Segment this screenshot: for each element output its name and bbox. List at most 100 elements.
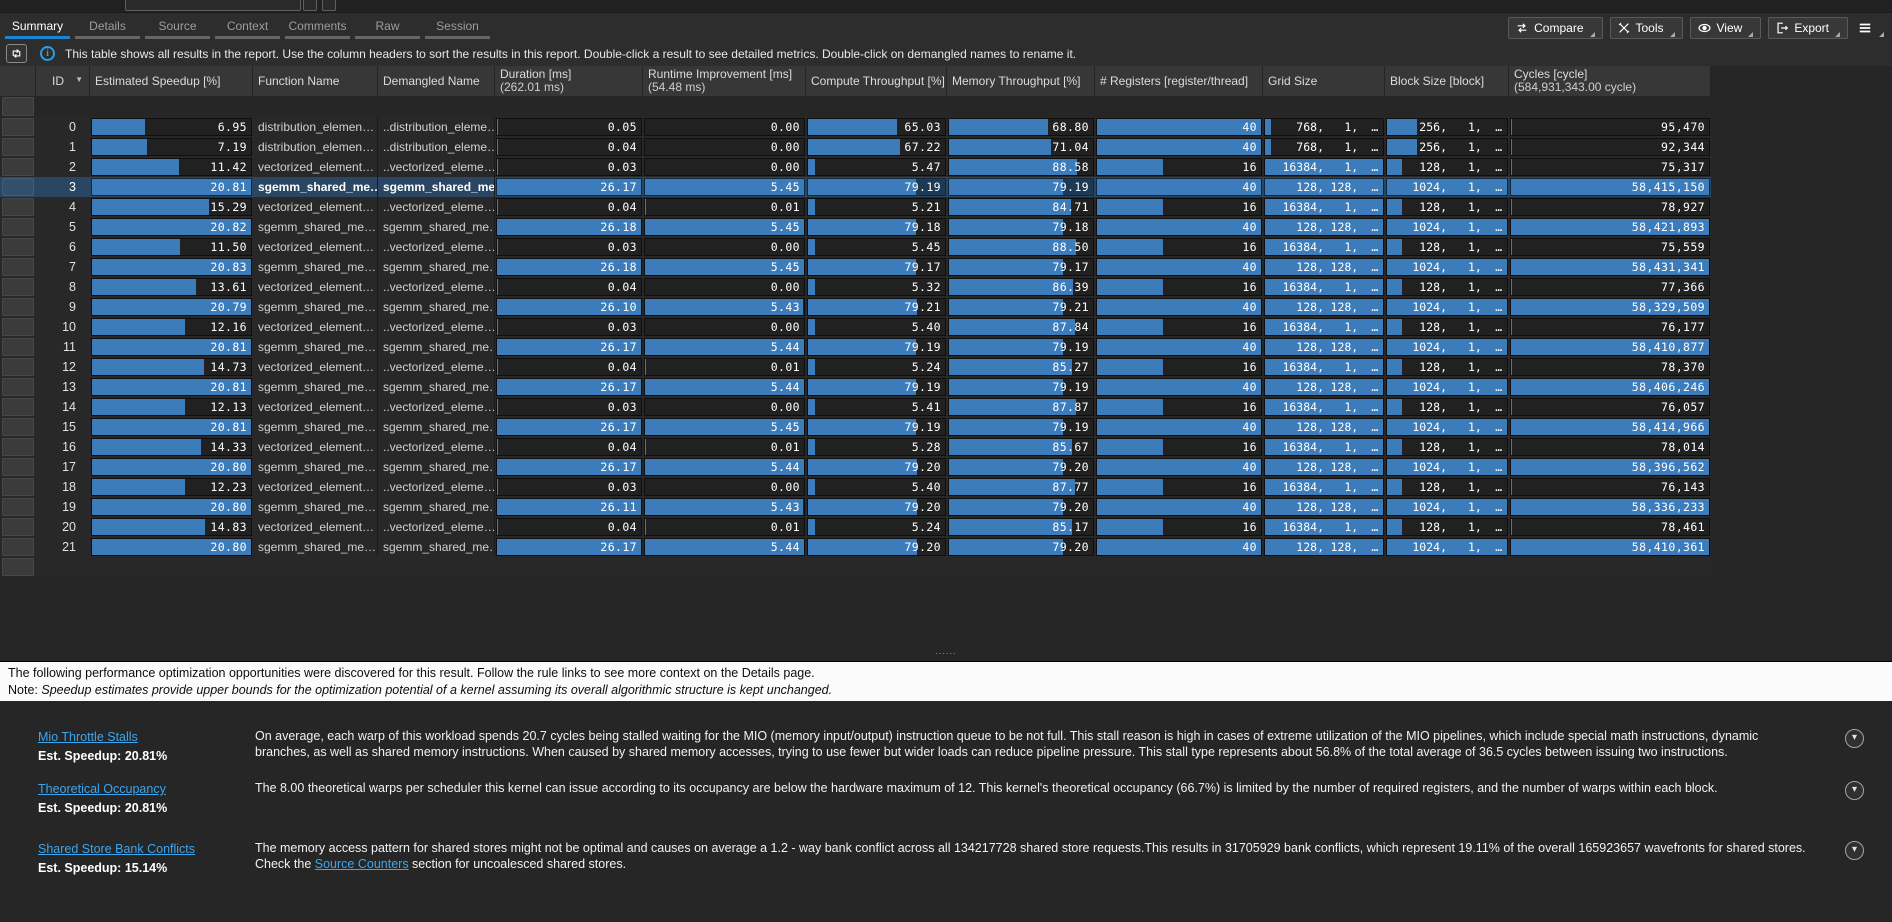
view-button[interactable]: View (1690, 17, 1762, 39)
metric-cell[interactable]: 87.77 (947, 477, 1095, 497)
name-cell[interactable]: ..vectorized_eleme… (378, 517, 495, 537)
name-cell[interactable]: sgemm_shared_me… (378, 457, 495, 477)
metric-cell[interactable]: 16 (1095, 157, 1263, 177)
metric-cell[interactable]: 11.50 (90, 237, 253, 257)
name-cell[interactable]: sgemm_shared_me… (378, 177, 495, 197)
metric-cell[interactable]: 0.00 (643, 477, 806, 497)
tab-session[interactable]: Session (425, 13, 490, 41)
metric-cell[interactable]: 40 (1095, 137, 1263, 157)
tools-button[interactable]: Tools (1610, 17, 1683, 39)
metric-cell[interactable]: 40 (1095, 257, 1263, 277)
metric-cell[interactable]: 0.00 (643, 117, 806, 137)
metric-cell[interactable]: 0.01 (643, 517, 806, 537)
row-handle[interactable] (0, 217, 36, 237)
panel-splitter-handle[interactable]: ...... (0, 644, 1892, 660)
column-header-3[interactable]: Demangled Name (378, 66, 495, 96)
metric-cell[interactable]: 20.82 (90, 217, 253, 237)
name-cell[interactable]: distribution_elemen… (253, 117, 378, 137)
tab-raw[interactable]: Raw (355, 13, 420, 41)
metric-cell[interactable]: 14.33 (90, 437, 253, 457)
metric-cell[interactable]: 0.00 (643, 317, 806, 337)
metric-cell[interactable]: 5.45 (643, 257, 806, 277)
metric-cell[interactable]: 14.83 (90, 517, 253, 537)
metric-cell[interactable]: 58,421,893 (1509, 217, 1711, 237)
id-cell[interactable]: 12 (36, 357, 90, 377)
id-cell[interactable]: 15 (36, 417, 90, 437)
name-cell[interactable]: vectorized_element… (253, 277, 378, 297)
name-cell[interactable]: sgemm_shared_me… (253, 297, 378, 317)
metric-cell[interactable]: 6.95 (90, 117, 253, 137)
metric-cell[interactable]: 0.04 (495, 277, 643, 297)
column-header-10[interactable]: Block Size [block] (1385, 66, 1509, 96)
metric-cell[interactable]: 16 (1095, 197, 1263, 217)
metric-cell[interactable]: 5.45 (643, 177, 806, 197)
row-handle[interactable] (0, 197, 36, 217)
name-cell[interactable]: ..vectorized_eleme… (378, 277, 495, 297)
row-handle[interactable] (0, 377, 36, 397)
metric-cell[interactable]: 5.24 (806, 357, 947, 377)
metric-cell[interactable]: 16 (1095, 397, 1263, 417)
size-cell[interactable]: 128,128,… (1263, 457, 1385, 477)
metric-cell[interactable]: 40 (1095, 177, 1263, 197)
size-cell[interactable]: 128,1,… (1385, 397, 1509, 417)
size-cell[interactable]: 128,1,… (1385, 477, 1509, 497)
metric-cell[interactable]: 5.41 (806, 397, 947, 417)
metric-cell[interactable]: 75,317 (1509, 157, 1711, 177)
metric-cell[interactable]: 58,415,150 (1509, 177, 1711, 197)
metric-cell[interactable]: 26.17 (495, 377, 643, 397)
metric-cell[interactable]: 5.43 (643, 297, 806, 317)
name-cell[interactable]: sgemm_shared_me… (378, 337, 495, 357)
table-row[interactable]: 320.81sgemm_shared_me…sgemm_shared_me…26… (0, 177, 1711, 197)
name-cell[interactable]: sgemm_shared_me… (253, 217, 378, 237)
rule-link-mio-throttle-stalls[interactable]: Mio Throttle Stalls (38, 730, 138, 744)
row-handle[interactable] (0, 177, 36, 197)
size-cell[interactable]: 16384,1,… (1263, 277, 1385, 297)
id-cell[interactable]: 2 (36, 157, 90, 177)
name-cell[interactable]: vectorized_element… (253, 317, 378, 337)
size-cell[interactable]: 1024,1,… (1385, 257, 1509, 277)
metric-cell[interactable]: 5.44 (643, 457, 806, 477)
tab-details[interactable]: Details (75, 13, 140, 41)
partial-toolbar-button[interactable] (303, 0, 317, 11)
transpose-table-button[interactable] (6, 44, 27, 63)
table-row[interactable]: 1614.33vectorized_element…..vectorized_e… (0, 437, 1711, 457)
metric-cell[interactable]: 5.45 (806, 237, 947, 257)
size-cell[interactable]: 128,1,… (1385, 197, 1509, 217)
size-cell[interactable]: 1024,1,… (1385, 177, 1509, 197)
name-cell[interactable]: ..vectorized_eleme… (378, 197, 495, 217)
table-row[interactable]: 17.19distribution_elemen…..distribution_… (0, 137, 1711, 157)
row-handle[interactable] (0, 297, 36, 317)
hamburger-menu-button[interactable] (1855, 17, 1886, 39)
size-cell[interactable]: 16384,1,… (1263, 317, 1385, 337)
table-row[interactable]: 1812.23vectorized_element…..vectorized_e… (0, 477, 1711, 497)
metric-cell[interactable]: 5.45 (643, 217, 806, 237)
row-handle[interactable] (0, 477, 36, 497)
metric-cell[interactable]: 87.84 (947, 317, 1095, 337)
name-cell[interactable]: sgemm_shared_me… (378, 497, 495, 517)
metric-cell[interactable]: 86.39 (947, 277, 1095, 297)
metric-cell[interactable]: 71.04 (947, 137, 1095, 157)
table-row[interactable]: 1320.81sgemm_shared_me…sgemm_shared_me…2… (0, 377, 1711, 397)
id-cell[interactable]: 21 (36, 537, 90, 557)
name-cell[interactable]: ..vectorized_eleme… (378, 397, 495, 417)
id-cell[interactable]: 16 (36, 437, 90, 457)
metric-cell[interactable]: 78,461 (1509, 517, 1711, 537)
table-row[interactable]: 813.61vectorized_element…..vectorized_el… (0, 277, 1711, 297)
row-handle[interactable] (0, 337, 36, 357)
size-cell[interactable]: 16384,1,… (1263, 397, 1385, 417)
table-row[interactable]: 1520.81sgemm_shared_me…sgemm_shared_me…2… (0, 417, 1711, 437)
metric-cell[interactable]: 85.17 (947, 517, 1095, 537)
metric-cell[interactable]: 58,410,361 (1509, 537, 1711, 557)
metric-cell[interactable]: 40 (1095, 457, 1263, 477)
name-cell[interactable]: sgemm_shared_me… (253, 457, 378, 477)
metric-cell[interactable]: 40 (1095, 377, 1263, 397)
row-handle[interactable] (0, 157, 36, 177)
metric-cell[interactable]: 58,396,562 (1509, 457, 1711, 477)
name-cell[interactable]: distribution_elemen… (253, 137, 378, 157)
name-cell[interactable]: ..distribution_eleme… (378, 117, 495, 137)
size-cell[interactable]: 1024,1,… (1385, 457, 1509, 477)
metric-cell[interactable]: 5.44 (643, 537, 806, 557)
id-cell[interactable]: 13 (36, 377, 90, 397)
metric-cell[interactable]: 79.20 (806, 497, 947, 517)
metric-cell[interactable]: 0.03 (495, 317, 643, 337)
